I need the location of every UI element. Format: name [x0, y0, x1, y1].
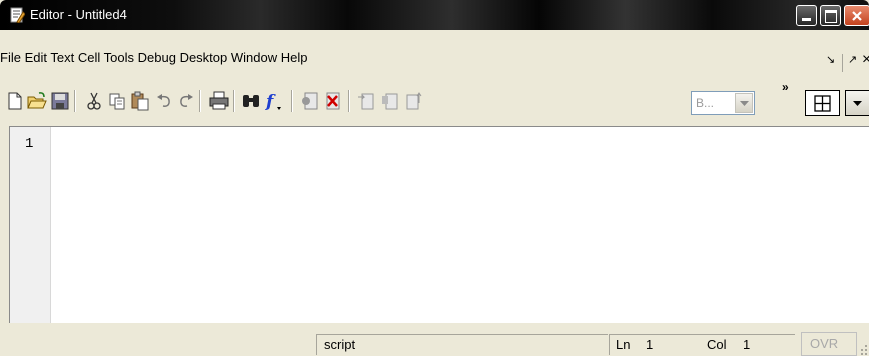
status-col-label: Col	[707, 337, 727, 352]
maximize-button[interactable]	[820, 5, 841, 26]
copy-icon[interactable]	[107, 91, 127, 111]
undock-icon[interactable]: ↘	[826, 53, 835, 66]
status-ln-value: 1	[646, 337, 654, 352]
menu-window[interactable]: Window	[231, 50, 277, 65]
status-ovr-indicator: OVR	[801, 332, 857, 356]
menu-help[interactable]: Help	[281, 50, 308, 65]
menu-bar: File Edit Text Cell Tools Debug Desktop …	[0, 50, 869, 74]
minimize-button[interactable]	[796, 5, 817, 26]
resize-grip-icon[interactable]	[859, 343, 869, 355]
menu-desktop[interactable]: Desktop	[180, 50, 228, 65]
cut-icon[interactable]	[84, 91, 104, 111]
layout-dropdown-button[interactable]	[845, 90, 869, 116]
menu-separator	[842, 54, 843, 72]
editor-window: Editor - Untitled4 File Edit Text Cell T…	[0, 0, 869, 356]
menu-tools[interactable]: Tools	[104, 50, 134, 65]
window-title: Editor - Untitled4	[30, 7, 127, 22]
function-icon[interactable]: f	[263, 91, 283, 111]
menu-debug[interactable]: Debug	[138, 50, 176, 65]
clear-breakpoints-icon[interactable]	[322, 91, 342, 111]
undo-icon[interactable]	[154, 91, 174, 111]
open-folder-icon[interactable]	[27, 91, 47, 111]
print-icon[interactable]	[209, 91, 229, 111]
cell-combo-box[interactable]: B...	[691, 91, 755, 115]
toolbar-overflow-chevron[interactable]: »	[782, 80, 789, 94]
paste-icon[interactable]	[130, 91, 150, 111]
close-document-icon[interactable]: ×	[862, 51, 869, 69]
menu-file[interactable]: File	[0, 50, 21, 65]
line-number-gutter: 1	[10, 127, 51, 323]
toolbar-separator	[233, 90, 235, 112]
toolbar-separator	[74, 90, 76, 112]
svg-text:f: f	[265, 92, 276, 111]
toolbar-separator	[291, 90, 293, 112]
status-position-cell: Ln 1 Col 1	[609, 334, 795, 355]
grid-layout-icon	[814, 95, 831, 112]
menu-text[interactable]: Text	[50, 50, 74, 65]
line-number: 1	[25, 136, 34, 152]
tile-layout-button[interactable]	[805, 90, 840, 116]
status-file-type-cell: script	[316, 334, 608, 355]
cell-combo-dropdown-button[interactable]	[735, 93, 753, 113]
menu-cell[interactable]: Cell	[78, 50, 100, 65]
status-ln-label: Ln	[616, 337, 631, 352]
cell-combo-value: B...	[696, 96, 715, 110]
status-col-value: 1	[743, 337, 751, 352]
save-icon[interactable]	[50, 91, 70, 111]
code-editor[interactable]: 1	[9, 126, 869, 323]
breakpoint-icon[interactable]	[300, 91, 320, 111]
close-x-icon	[852, 11, 862, 21]
toolbar-separator	[348, 90, 350, 112]
step-icon[interactable]	[356, 91, 376, 111]
status-file-type: script	[324, 337, 356, 352]
toolbar-separator	[199, 90, 201, 112]
chevron-down-icon	[853, 101, 862, 106]
title-bar[interactable]: Editor - Untitled4	[0, 0, 869, 30]
redo-icon[interactable]	[176, 91, 196, 111]
new-file-icon[interactable]	[5, 91, 25, 111]
editor-app-icon	[10, 7, 25, 23]
binoculars-find-icon[interactable]	[241, 91, 261, 111]
chevron-down-icon	[740, 101, 749, 106]
close-button[interactable]	[844, 5, 869, 26]
dock-icon[interactable]: ↗	[848, 53, 857, 66]
step-out-icon[interactable]	[404, 91, 424, 111]
step-in-icon[interactable]	[380, 91, 400, 111]
menu-edit[interactable]: Edit	[25, 50, 47, 65]
